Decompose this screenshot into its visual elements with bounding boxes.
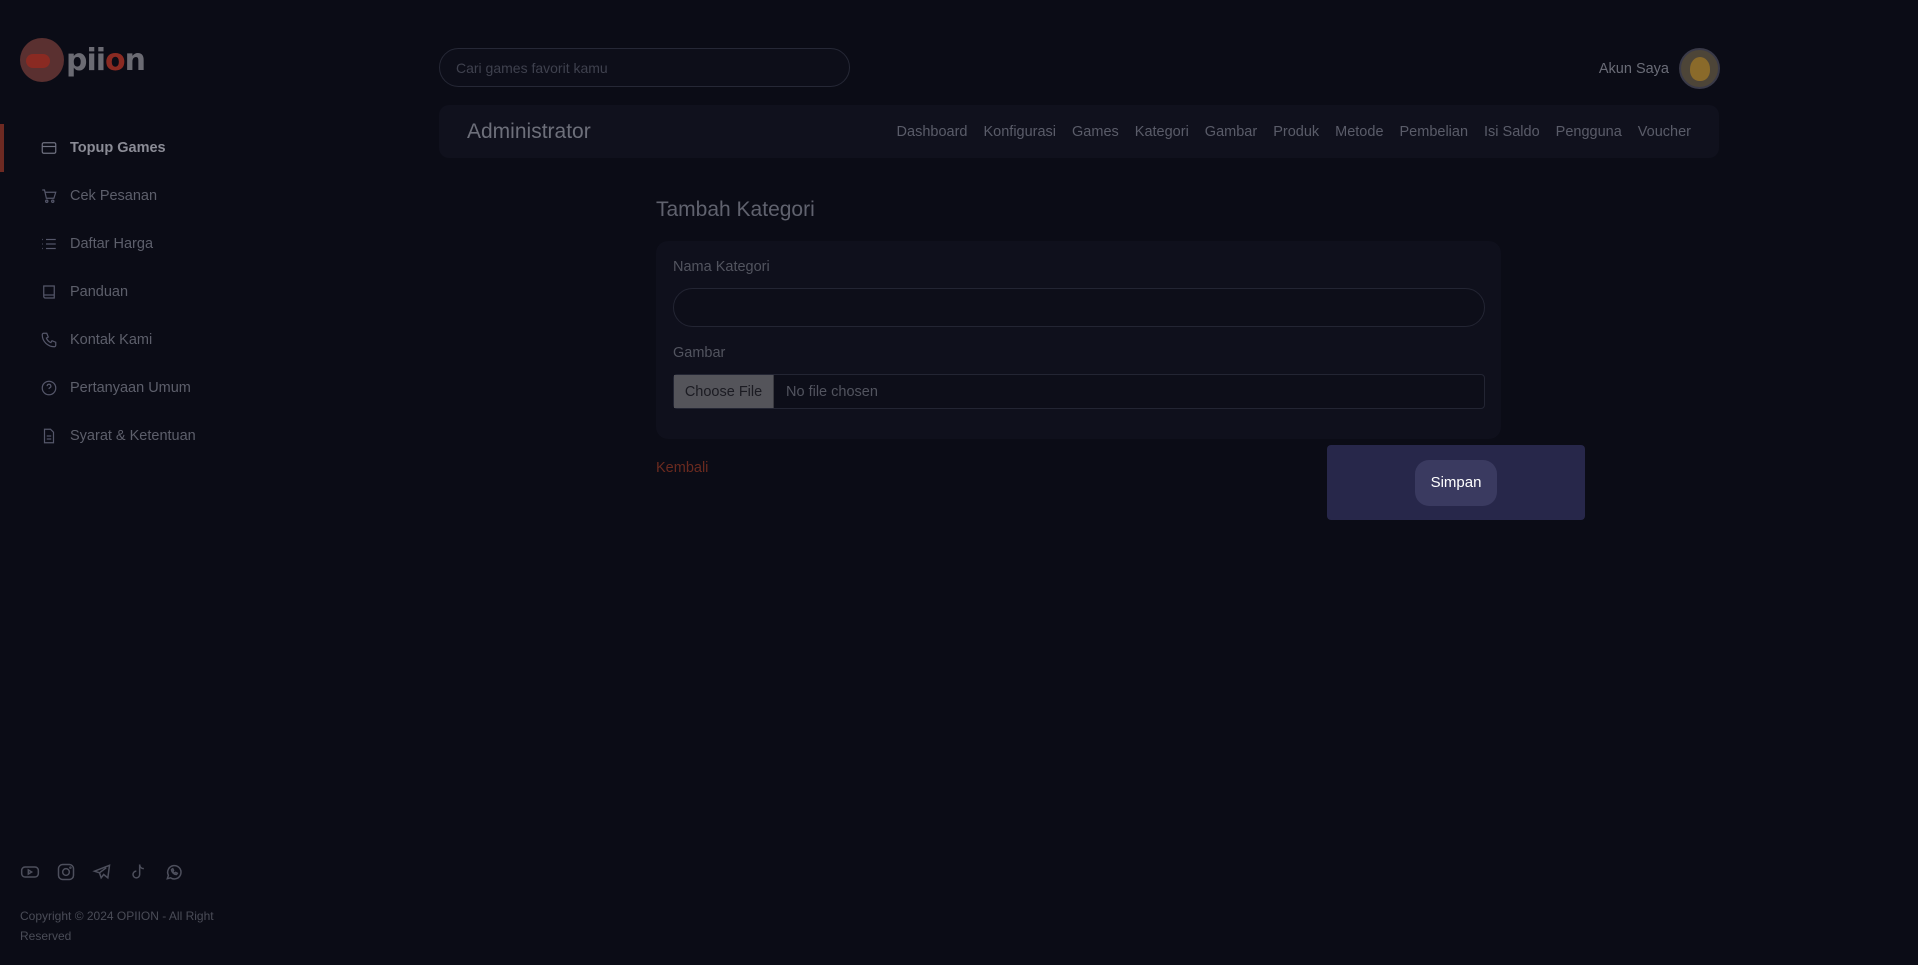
admin-nav-gambar[interactable]: Gambar xyxy=(1205,124,1257,140)
admin-nav-voucher[interactable]: Voucher xyxy=(1638,124,1691,140)
sidebar-item-topup-games[interactable]: Topup Games xyxy=(0,124,300,172)
avatar[interactable] xyxy=(1679,48,1720,89)
admin-nav-konfigurasi[interactable]: Konfigurasi xyxy=(983,124,1056,140)
phone-icon xyxy=(40,331,58,349)
admin-nav-games[interactable]: Games xyxy=(1072,124,1119,140)
admin-nav-produk[interactable]: Produk xyxy=(1273,124,1319,140)
search-input[interactable] xyxy=(439,48,850,87)
instagram-icon[interactable] xyxy=(56,862,76,882)
sidebar: piion Topup Games Cek Pesanan Daftar Har… xyxy=(0,0,300,965)
image-file-input[interactable]: Choose File No file chosen xyxy=(673,374,1485,409)
sidebar-item-label: Topup Games xyxy=(70,140,166,156)
back-link[interactable]: Kembali xyxy=(656,460,708,476)
sidebar-item-cek-pesanan[interactable]: Cek Pesanan xyxy=(0,172,300,220)
image-field-label: Gambar xyxy=(673,345,726,361)
cart-icon xyxy=(40,187,58,205)
admin-nav-isi-saldo[interactable]: Isi Saldo xyxy=(1484,124,1540,140)
page-title: Tambah Kategori xyxy=(656,198,815,221)
logo-gamepad-icon xyxy=(20,38,64,82)
logo[interactable]: piion xyxy=(20,38,146,82)
document-icon xyxy=(40,427,58,445)
sidebar-item-label: Pertanyaan Umum xyxy=(70,380,191,396)
admin-nav: Dashboard Konfigurasi Games Kategori Gam… xyxy=(897,124,1691,140)
sidebar-item-pertanyaan-umum[interactable]: Pertanyaan Umum xyxy=(0,364,300,412)
sidebar-item-kontak-kami[interactable]: Kontak Kami xyxy=(0,316,300,364)
social-links xyxy=(20,862,184,882)
sidebar-item-syarat-ketentuan[interactable]: Syarat & Ketentuan xyxy=(0,412,300,460)
admin-nav-pengguna[interactable]: Pengguna xyxy=(1556,124,1622,140)
category-form: Nama Kategori Gambar Choose File No file… xyxy=(656,241,1501,439)
sidebar-item-panduan[interactable]: Panduan xyxy=(0,268,300,316)
copyright: Copyright © 2024 OPIION - All Right Rese… xyxy=(20,909,214,943)
name-field-label: Nama Kategori xyxy=(673,259,770,275)
admin-nav-pembelian[interactable]: Pembelian xyxy=(1400,124,1469,140)
sidebar-item-label: Daftar Harga xyxy=(70,236,154,252)
sidebar-item-label: Panduan xyxy=(70,284,129,300)
credit-card-icon xyxy=(40,139,58,157)
admin-title: Administrator xyxy=(467,119,591,143)
admin-bar: Administrator Dashboard Konfigurasi Game… xyxy=(439,105,1719,158)
sidebar-item-label: Syarat & Ketentuan xyxy=(70,428,196,444)
sidebar-item-daftar-harga[interactable]: Daftar Harga xyxy=(0,220,300,268)
tiktok-icon[interactable] xyxy=(128,862,148,882)
whatsapp-icon[interactable] xyxy=(164,862,184,882)
help-circle-icon xyxy=(40,379,58,397)
admin-nav-metode[interactable]: Metode xyxy=(1335,124,1383,140)
sidebar-item-label: Cek Pesanan xyxy=(70,188,158,204)
logo-text: piion xyxy=(66,42,146,78)
choose-file-button[interactable]: Choose File xyxy=(674,375,774,408)
list-icon xyxy=(40,235,58,253)
category-name-input[interactable] xyxy=(673,288,1485,327)
save-button[interactable]: Simpan xyxy=(1415,459,1497,506)
account-label: Akun Saya xyxy=(1598,60,1669,77)
book-icon xyxy=(40,283,58,301)
youtube-icon[interactable] xyxy=(20,862,40,882)
sidebar-item-label: Kontak Kami xyxy=(70,332,153,348)
admin-nav-dashboard[interactable]: Dashboard xyxy=(897,124,968,140)
account-menu[interactable]: Akun Saya xyxy=(1599,48,1720,89)
sidebar-nav: Topup Games Cek Pesanan Daftar Harga Pan… xyxy=(0,124,300,460)
telegram-icon[interactable] xyxy=(92,862,112,882)
save-modal: Simpan xyxy=(1327,445,1585,520)
file-status: No file chosen xyxy=(786,383,878,400)
admin-nav-kategori[interactable]: Kategori xyxy=(1135,124,1189,140)
